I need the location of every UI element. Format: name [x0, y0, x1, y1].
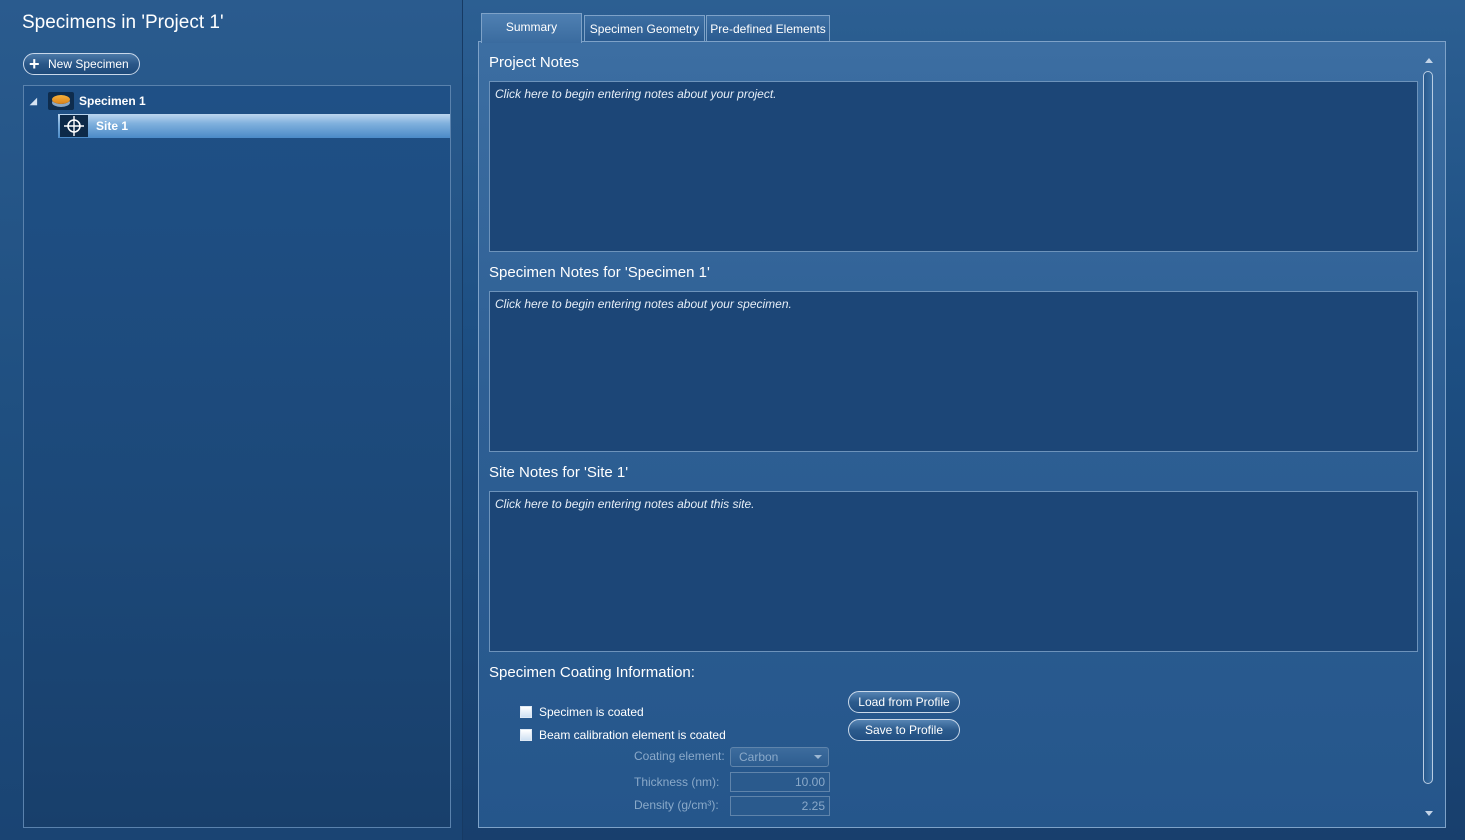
- tree-item-site[interactable]: Site 1: [58, 114, 450, 138]
- scroll-down-icon[interactable]: [1425, 811, 1433, 816]
- tree-item-specimen[interactable]: ◢ Specimen 1: [28, 89, 448, 113]
- new-specimen-button[interactable]: + New Specimen: [23, 53, 140, 75]
- checkbox-label: Beam calibration element is coated: [539, 728, 726, 742]
- project-notes-field[interactable]: Click here to begin entering notes about…: [489, 81, 1418, 252]
- load-from-profile-button[interactable]: Load from Profile: [848, 691, 960, 713]
- scroll-up-icon[interactable]: [1425, 58, 1433, 63]
- save-to-profile-button[interactable]: Save to Profile: [848, 719, 960, 741]
- coating-heading: Specimen Coating Information:: [489, 664, 695, 681]
- tab-specimen-geometry[interactable]: Specimen Geometry: [584, 15, 705, 42]
- summary-panel: Project Notes Click here to begin enteri…: [478, 41, 1446, 828]
- density-input[interactable]: 2.25: [730, 796, 830, 816]
- checkbox-label: Specimen is coated: [539, 705, 644, 719]
- thickness-label: Thickness (nm):: [634, 775, 720, 789]
- site-notes-field[interactable]: Click here to begin entering notes about…: [489, 491, 1418, 652]
- specimen-tree: ◢ Specimen 1 Site 1: [23, 85, 451, 828]
- checkbox-box[interactable]: [520, 706, 532, 718]
- tree-item-label: Specimen 1: [79, 94, 146, 108]
- specimen-notes-field[interactable]: Click here to begin entering notes about…: [489, 291, 1418, 452]
- expanded-triangle-icon[interactable]: ◢: [30, 89, 37, 113]
- site-notes-heading: Site Notes for 'Site 1': [489, 464, 629, 481]
- tab-predefined-elements[interactable]: Pre-defined Elements: [706, 15, 830, 42]
- checkbox-box[interactable]: [520, 729, 532, 741]
- coating-element-label: Coating element:: [634, 749, 725, 763]
- specimen-notes-heading: Specimen Notes for 'Specimen 1': [489, 264, 710, 281]
- crosshair-icon: [60, 115, 88, 137]
- tree-item-label: Site 1: [96, 119, 129, 133]
- chevron-down-icon: [814, 755, 822, 759]
- thickness-input[interactable]: 10.00: [730, 772, 830, 792]
- scrollbar-thumb[interactable]: [1423, 71, 1433, 784]
- project-notes-heading: Project Notes: [489, 54, 580, 71]
- panel-title: Specimens in 'Project 1': [22, 12, 224, 33]
- vertical-scrollbar[interactable]: [1423, 56, 1435, 818]
- tab-summary[interactable]: Summary: [481, 13, 582, 43]
- specimen-panel: Specimens in 'Project 1' + New Specimen …: [0, 0, 463, 840]
- coating-element-select[interactable]: Carbon: [730, 747, 829, 767]
- specimen-disk-icon: [48, 92, 74, 110]
- plus-icon: +: [29, 54, 40, 74]
- density-label: Density (g/cm³):: [634, 798, 719, 812]
- new-specimen-label: New Specimen: [48, 57, 129, 71]
- coating-element-value: Carbon: [739, 750, 779, 764]
